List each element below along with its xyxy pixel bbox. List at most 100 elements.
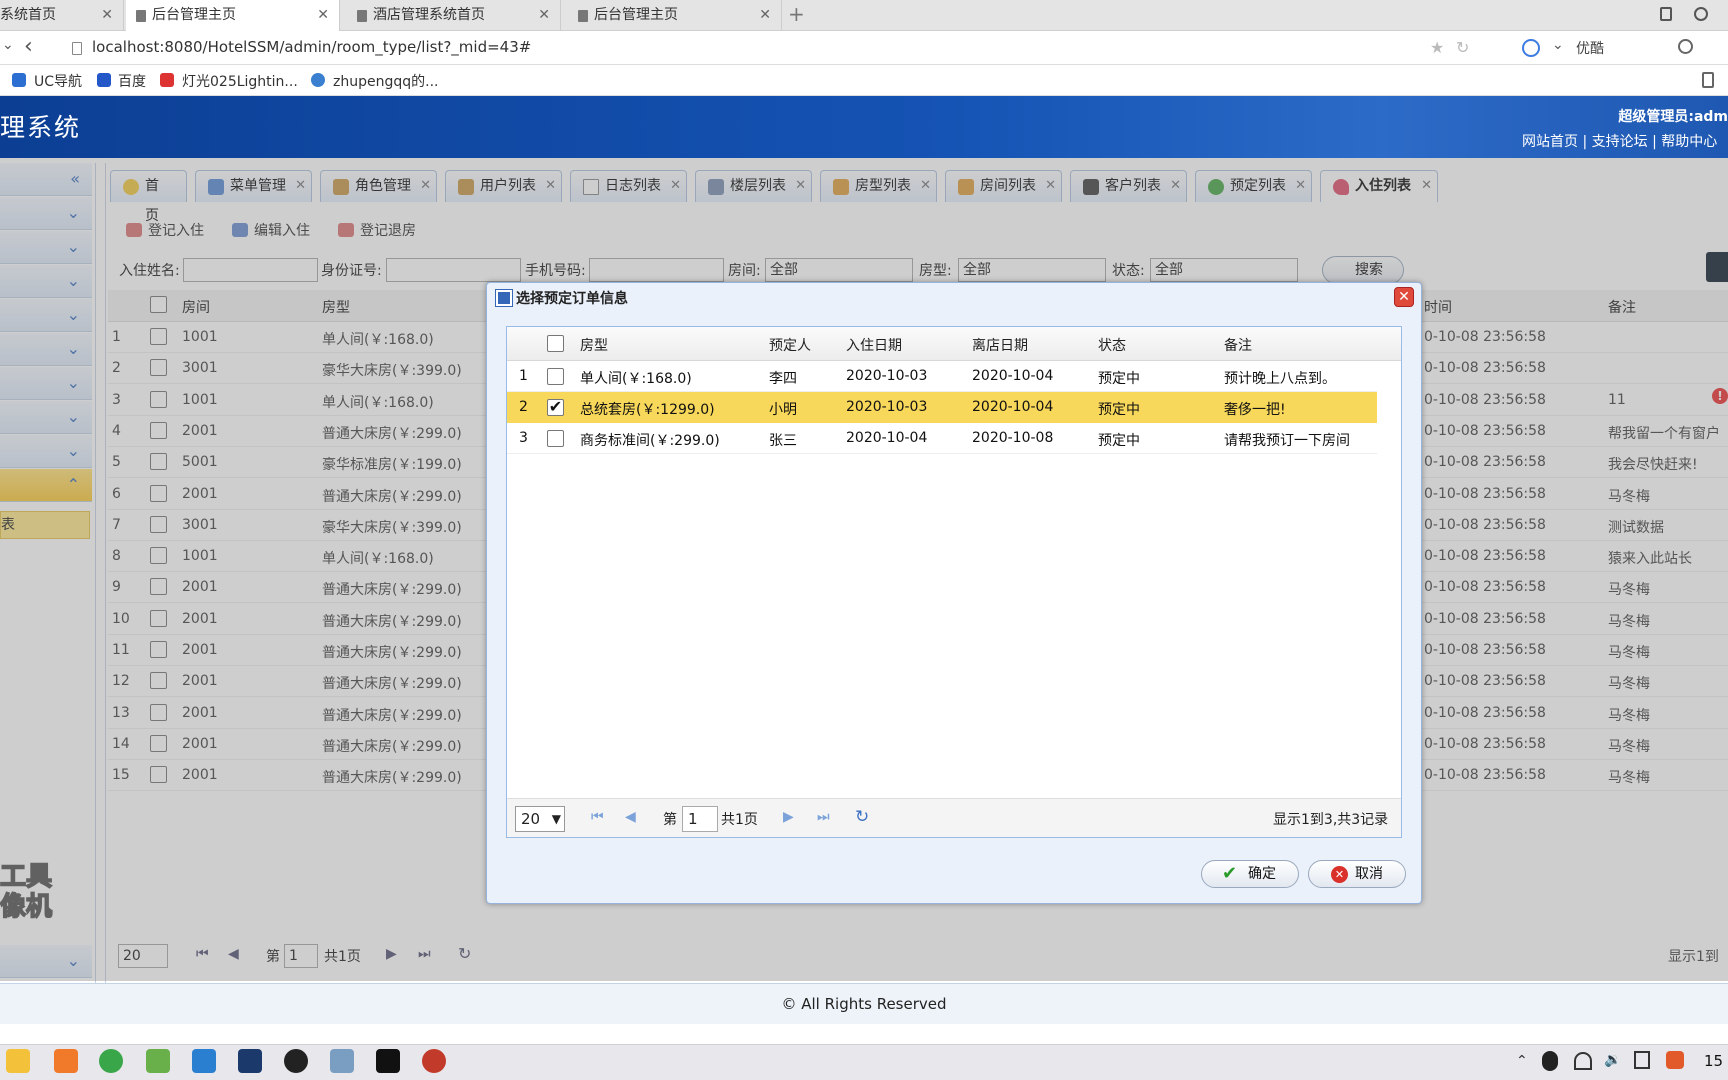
room-type-cell: 总统套房(￥:1299.0) — [580, 402, 715, 418]
dialog-select-all-checkbox[interactable] — [547, 335, 564, 352]
row-checkbox[interactable] — [547, 368, 564, 385]
status-cell: 预定中 — [1098, 433, 1140, 449]
last-page-icon[interactable]: ⏭ — [817, 809, 830, 825]
checkout-date-cell: 2020-10-04 — [972, 368, 1054, 384]
qq-tray-icon[interactable] — [1542, 1051, 1558, 1071]
search-icon[interactable] — [1678, 39, 1693, 54]
app-title: 理系统 — [0, 113, 82, 142]
person-cell: 小明 — [769, 402, 797, 418]
phone-icon[interactable] — [1702, 72, 1714, 88]
refresh-icon[interactable]: ↻ — [855, 807, 869, 827]
photoshop-icon[interactable] — [238, 1049, 262, 1073]
person-cell: 李四 — [769, 371, 797, 387]
browser-icon[interactable] — [54, 1049, 78, 1073]
me-icon[interactable] — [376, 1049, 400, 1073]
page-icon — [72, 42, 82, 55]
prev-page-icon[interactable]: ◀ — [625, 809, 636, 825]
dialog-title-bar: 选择预定订单信息 ✕ — [492, 286, 1416, 312]
bookmark-zhupeng[interactable]: zhupengqq的... — [333, 71, 438, 91]
room-type-cell: 商务标准间(￥:299.0) — [580, 433, 720, 449]
dialog-row[interactable]: 3 商务标准间(￥:299.0) 张三 2020-10-04 2020-10-08 预定中… — [507, 423, 1377, 454]
page-icon — [578, 10, 588, 22]
url-field[interactable]: localhost:8080/HotelSSM/admin/room_type/… — [92, 38, 531, 56]
chevron-down-icon[interactable]: ⌄ — [2, 37, 14, 53]
close-icon[interactable]: ✕ — [538, 0, 550, 31]
player-icon[interactable] — [99, 1049, 123, 1073]
new-tab-icon[interactable]: + — [788, 2, 805, 26]
bookmark-baidu[interactable]: 百度 — [118, 71, 146, 91]
uc-icon — [12, 73, 26, 87]
chat-icon[interactable] — [146, 1049, 170, 1073]
close-icon[interactable]: ✕ — [101, 0, 113, 31]
dialog-pager: 20 ▼ ⏮ ◀ 第 1 共1页 ▶ ⏭ ↻ 显示1到3,共3记录 — [507, 798, 1401, 837]
back-icon[interactable]: ‹ — [24, 34, 33, 59]
volume-icon[interactable]: 🔉 — [1604, 1052, 1621, 1068]
first-page-icon[interactable]: ⏮ — [591, 809, 604, 825]
save-icon — [495, 289, 513, 307]
checkin-date-cell: 2020-10-03 — [846, 368, 928, 384]
browser-tab-2[interactable]: 后台管理主页 ✕ — [126, 0, 340, 32]
ok-button[interactable]: ✔ 确定 — [1201, 860, 1299, 888]
next-page-icon[interactable]: ▶ — [783, 809, 794, 825]
browser-tab-3[interactable]: 酒店管理系统首页 ✕ — [347, 0, 561, 31]
note-cell: 请帮我预订一下房间 — [1224, 433, 1350, 449]
browser-tab-strip: 系统首页 ✕ 后台管理主页 ✕ 酒店管理系统首页 ✕ 后台管理主页 ✕ + — [0, 0, 1728, 32]
chevron-up-icon[interactable]: ⌃ — [1516, 1053, 1528, 1069]
person-cell: 张三 — [769, 433, 797, 449]
room-type-cell: 单人间(￥:168.0) — [580, 371, 692, 387]
dialog-row[interactable]: 1 单人间(￥:168.0) 李四 2020-10-03 2020-10-04 预定中 预计… — [507, 361, 1377, 392]
status-cell: 预定中 — [1098, 402, 1140, 418]
row-number: 3 — [519, 430, 528, 446]
qq-icon[interactable] — [284, 1049, 308, 1073]
dialog-page-input[interactable]: 1 — [682, 806, 718, 832]
ime-icon[interactable] — [1634, 1051, 1650, 1069]
address-bar: ⌄ ‹ localhost:8080/HotelSSM/admin/room_t… — [0, 31, 1728, 65]
wifi-icon[interactable] — [1574, 1052, 1592, 1070]
checkin-date-cell: 2020-10-04 — [846, 430, 928, 446]
app-header: 理系统 超级管理员:adm 网站首页 | 支持论坛 | 帮助中心 — [0, 96, 1728, 158]
browser-tab-1[interactable]: 系统首页 ✕ — [0, 0, 124, 31]
link-forum[interactable]: 支持论坛 — [1592, 134, 1648, 150]
bookmark-lightin[interactable]: 灯光025Lightin... — [182, 71, 298, 91]
dialog-page-info: 显示1到3,共3记录 — [1273, 812, 1389, 828]
baidu-icon — [97, 73, 111, 87]
blog-icon — [311, 73, 325, 87]
dialog-row[interactable]: 2 总统套房(￥:1299.0) 小明 2020-10-03 2020-10-04 预定中… — [507, 392, 1377, 423]
refresh-icon[interactable]: ↻ — [1456, 38, 1469, 57]
user-label: 超级管理员:adm — [1618, 109, 1728, 125]
star-icon[interactable]: ★ — [1430, 38, 1444, 57]
clock: 15 — [1704, 1052, 1724, 1070]
sogou-icon[interactable] — [1666, 1051, 1684, 1069]
link-help[interactable]: 帮助中心 — [1661, 134, 1717, 150]
close-icon[interactable]: ✕ — [759, 0, 771, 31]
note-cell: 预计晚上八点到。 — [1224, 371, 1336, 387]
footer: © All Rights Reserved — [0, 983, 1728, 1024]
folder-icon[interactable] — [6, 1049, 30, 1073]
cancel-button[interactable]: ✕ 取消 — [1308, 860, 1406, 888]
play-icon[interactable] — [1522, 39, 1540, 57]
row-number: 1 — [519, 368, 528, 384]
row-checkbox[interactable]: ✔ — [547, 399, 564, 416]
header-links: 网站首页 | 支持论坛 | 帮助中心 — [1522, 134, 1718, 150]
row-checkbox[interactable] — [547, 430, 564, 447]
window-icon[interactable] — [1660, 7, 1672, 21]
chevron-down-icon[interactable]: ⌄ — [1552, 37, 1564, 53]
lightning-icon — [160, 73, 174, 87]
cancel-icon: ✕ — [1331, 866, 1348, 883]
close-icon[interactable]: ✕ — [1394, 287, 1414, 307]
bookmarks-bar: UC导航 百度 灯光025Lightin... zhupengqq的... — [0, 65, 1728, 96]
close-icon[interactable]: ✕ — [317, 0, 329, 31]
checkin-date-cell: 2020-10-03 — [846, 399, 928, 415]
browser-tab-4[interactable]: 后台管理主页 ✕ — [568, 0, 782, 31]
minimize-icon[interactable] — [1694, 7, 1708, 21]
checkout-date-cell: 2020-10-08 — [972, 430, 1054, 446]
notepad-icon[interactable] — [330, 1049, 354, 1073]
recorder-icon[interactable] — [422, 1049, 446, 1073]
checkout-date-cell: 2020-10-04 — [972, 399, 1054, 415]
search-engine-label[interactable]: 优酷 — [1576, 38, 1604, 58]
link-home[interactable]: 网站首页 — [1522, 134, 1578, 150]
page-icon — [136, 10, 146, 22]
bookmark-uc[interactable]: UC导航 — [34, 71, 82, 91]
teamviewer-icon[interactable] — [192, 1049, 216, 1073]
dialog-page-size[interactable]: 20 ▼ — [515, 806, 565, 832]
